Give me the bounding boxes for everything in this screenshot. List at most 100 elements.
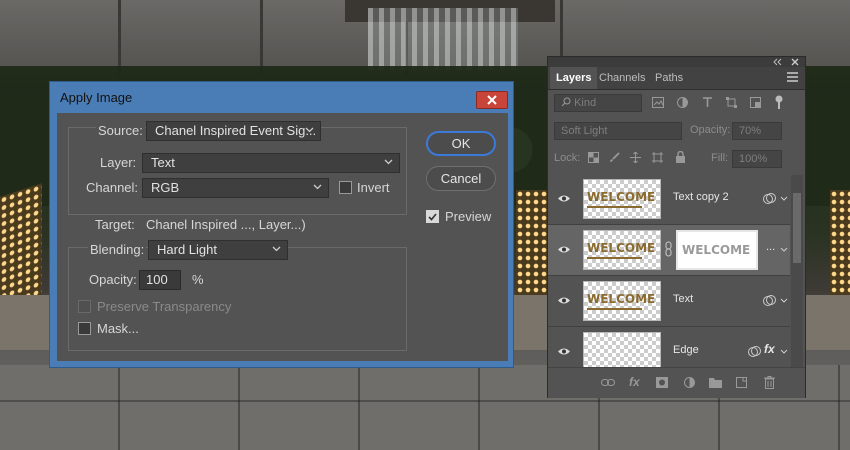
new-layer-icon[interactable] <box>736 377 747 388</box>
layer-name: Text <box>673 293 694 305</box>
filter-kind-select[interactable]: Kind <box>554 94 642 112</box>
checkmark-icon <box>428 212 437 221</box>
smart-filter-icon[interactable] <box>763 294 776 307</box>
eye-icon[interactable] <box>557 194 571 203</box>
layer-select[interactable]: Text <box>142 153 400 173</box>
link-icon[interactable] <box>665 241 672 257</box>
eye-icon[interactable] <box>557 245 571 254</box>
lock-pixels-icon[interactable] <box>588 152 599 163</box>
lock-all-icon[interactable] <box>675 151 686 163</box>
mask-checkbox[interactable] <box>78 322 91 335</box>
blend-mode-select[interactable]: Soft Light <box>554 122 682 140</box>
layer-thumbnail: WELCOME <box>583 281 661 321</box>
thumbnail-text: WELCOME <box>587 190 656 204</box>
add-mask-icon[interactable] <box>656 377 668 388</box>
invert-checkbox[interactable] <box>339 181 352 194</box>
chevron-down-icon[interactable] <box>780 349 788 354</box>
tab-channels[interactable]: Channels <box>593 67 651 89</box>
adjustment-layer-icon[interactable] <box>684 377 695 388</box>
layer-value: Text <box>151 155 175 170</box>
opacity-input[interactable]: 100 <box>139 270 181 290</box>
opacity-label: Opacity: <box>89 272 137 287</box>
fill-label: Fill: <box>711 152 729 164</box>
opacity-unit: % <box>192 272 204 287</box>
layer-thumbnail <box>583 332 661 367</box>
fx-icon[interactable]: fx <box>764 342 775 356</box>
channel-label: Channel: <box>86 180 139 195</box>
invert-label: Invert <box>357 180 390 195</box>
channel-select[interactable]: RGB <box>142 178 329 198</box>
layer-row[interactable]: WELCOME WELCOME ... <box>548 225 790 276</box>
panel-menu-icon[interactable] <box>787 72 798 82</box>
fill-input[interactable]: 100% <box>732 150 782 168</box>
mask-label: Mask... <box>97 321 139 336</box>
close-button[interactable] <box>476 91 508 109</box>
link-layers-icon[interactable] <box>601 378 615 387</box>
layers-scrollbar[interactable] <box>791 175 803 367</box>
layer-row[interactable]: Edge fx <box>548 327 790 368</box>
preserve-transparency-checkbox[interactable] <box>78 300 91 313</box>
layers-toolbar: fx <box>548 367 805 398</box>
close-icon[interactable] <box>791 58 799 66</box>
layer-row[interactable]: WELCOME Text copy 2 <box>548 174 790 225</box>
folder-icon[interactable] <box>709 377 722 388</box>
thumbnail-underline <box>587 308 642 310</box>
thumbnail-text: WELCOME <box>587 241 656 255</box>
apply-image-dialog: Apply Image Source: Chanel Inspired Even… <box>49 81 514 368</box>
layer-mask-thumbnail[interactable]: WELCOME <box>676 230 758 270</box>
image-filter-icon[interactable] <box>652 97 664 108</box>
shape-filter-icon[interactable] <box>726 97 737 108</box>
fx-icon[interactable]: fx <box>629 375 640 389</box>
mask-thumbnail-text: WELCOME <box>682 243 751 257</box>
blending-select[interactable]: Hard Light <box>148 240 288 260</box>
smart-object-filter-icon[interactable] <box>750 97 761 108</box>
target-label: Target: <box>95 217 135 232</box>
layer-thumbnail: WELCOME <box>583 179 661 219</box>
source-select[interactable]: Chanel Inspired Event Sig... <box>146 121 321 141</box>
move-lock-icon[interactable] <box>630 152 641 163</box>
trash-icon[interactable] <box>764 376 775 389</box>
preview-checkbox[interactable] <box>426 210 439 223</box>
layer-opacity-label: Opacity: <box>690 124 731 136</box>
layers-panel: Layers Channels Paths Kind Soft Light Op… <box>547 56 806 398</box>
preserve-transparency-label: Preserve Transparency <box>97 299 232 314</box>
eye-icon[interactable] <box>557 347 571 356</box>
layer-opacity-input[interactable]: 70% <box>732 122 782 140</box>
chevron-down-icon <box>384 159 393 165</box>
filter-toggle-icon[interactable] <box>774 95 784 109</box>
cancel-button[interactable]: Cancel <box>426 166 496 191</box>
blending-value: Hard Light <box>157 242 217 257</box>
panel-tabs: Layers Channels Paths <box>548 67 805 90</box>
tab-paths[interactable]: Paths <box>649 67 689 89</box>
lock-label: Lock: <box>554 152 581 164</box>
layer-label: Layer: <box>100 155 137 170</box>
layer-name-ellipsis: ... <box>766 241 776 253</box>
adjustment-filter-icon[interactable] <box>677 97 688 108</box>
close-icon <box>487 95 497 105</box>
blend-mode-value: Soft Light <box>561 125 608 137</box>
brush-lock-icon[interactable] <box>609 152 620 163</box>
tab-layers[interactable]: Layers <box>550 67 598 89</box>
artboard-lock-icon[interactable] <box>652 152 663 163</box>
chevron-down-icon <box>305 127 314 133</box>
source-value: Chanel Inspired Event Sig... <box>155 123 317 138</box>
ok-button[interactable]: OK <box>426 131 496 156</box>
smart-filter-icon[interactable] <box>748 345 761 358</box>
smart-filter-icon[interactable] <box>763 192 776 205</box>
dialog-body: Source: Chanel Inspired Event Sig... Lay… <box>57 113 508 361</box>
blending-label: Blending: <box>88 242 147 257</box>
eye-icon[interactable] <box>557 296 571 305</box>
layer-name: Text copy 2 <box>673 191 729 203</box>
type-filter-icon[interactable] <box>702 97 713 108</box>
collapse-icon[interactable] <box>773 58 783 66</box>
thumbnail-underline <box>587 257 642 259</box>
layer-thumbnail: WELCOME <box>583 230 661 270</box>
source-label: Source: <box>96 123 145 138</box>
layer-row[interactable]: WELCOME Text <box>548 276 790 327</box>
chevron-down-icon[interactable] <box>780 196 788 201</box>
filter-kind-label: Kind <box>574 97 597 109</box>
scrollbar-thumb[interactable] <box>793 193 801 263</box>
chevron-down-icon[interactable] <box>780 247 788 252</box>
fountain-water <box>368 8 518 70</box>
chevron-down-icon[interactable] <box>780 298 788 303</box>
